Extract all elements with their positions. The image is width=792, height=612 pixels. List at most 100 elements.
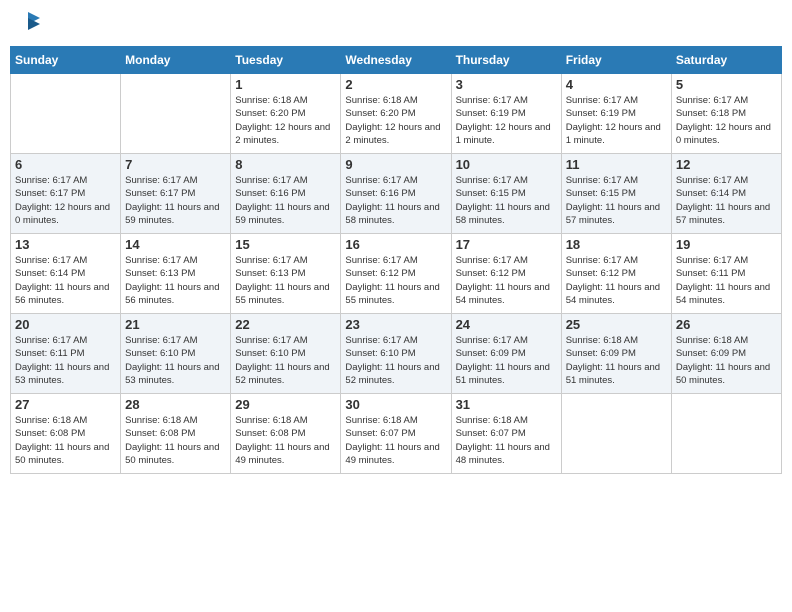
day-info: Sunrise: 6:17 AM Sunset: 6:17 PM Dayligh… [15, 174, 116, 227]
calendar-cell: 31 Sunrise: 6:18 AM Sunset: 6:07 PM Dayli… [451, 394, 561, 474]
day-number: 22 [235, 317, 336, 332]
weekday-header-thursday: Thursday [451, 47, 561, 74]
day-info: Sunrise: 6:17 AM Sunset: 6:09 PM Dayligh… [456, 334, 557, 387]
day-info: Sunrise: 6:17 AM Sunset: 6:10 PM Dayligh… [345, 334, 446, 387]
day-number: 6 [15, 157, 116, 172]
day-info: Sunrise: 6:17 AM Sunset: 6:19 PM Dayligh… [456, 94, 557, 147]
calendar-cell: 25 Sunrise: 6:18 AM Sunset: 6:09 PM Dayli… [561, 314, 671, 394]
day-info: Sunrise: 6:17 AM Sunset: 6:10 PM Dayligh… [125, 334, 226, 387]
calendar-cell: 13 Sunrise: 6:17 AM Sunset: 6:14 PM Dayli… [11, 234, 121, 314]
day-info: Sunrise: 6:17 AM Sunset: 6:16 PM Dayligh… [235, 174, 336, 227]
day-number: 9 [345, 157, 446, 172]
calendar-cell [671, 394, 781, 474]
calendar-cell: 3 Sunrise: 6:17 AM Sunset: 6:19 PM Daylig… [451, 74, 561, 154]
calendar-page: SundayMondayTuesdayWednesdayThursdayFrid… [0, 0, 792, 612]
day-info: Sunrise: 6:18 AM Sunset: 6:08 PM Dayligh… [235, 414, 336, 467]
day-number: 5 [676, 77, 777, 92]
calendar-cell: 19 Sunrise: 6:17 AM Sunset: 6:11 PM Dayli… [671, 234, 781, 314]
day-info: Sunrise: 6:18 AM Sunset: 6:20 PM Dayligh… [235, 94, 336, 147]
day-info: Sunrise: 6:17 AM Sunset: 6:19 PM Dayligh… [566, 94, 667, 147]
header [10, 10, 782, 38]
day-info: Sunrise: 6:17 AM Sunset: 6:14 PM Dayligh… [676, 174, 777, 227]
calendar-cell: 4 Sunrise: 6:17 AM Sunset: 6:19 PM Daylig… [561, 74, 671, 154]
week-row-2: 6 Sunrise: 6:17 AM Sunset: 6:17 PM Daylig… [11, 154, 782, 234]
day-number: 19 [676, 237, 777, 252]
day-number: 4 [566, 77, 667, 92]
calendar-cell: 20 Sunrise: 6:17 AM Sunset: 6:11 PM Dayli… [11, 314, 121, 394]
weekday-header-monday: Monday [121, 47, 231, 74]
day-info: Sunrise: 6:18 AM Sunset: 6:20 PM Dayligh… [345, 94, 446, 147]
day-number: 18 [566, 237, 667, 252]
day-number: 27 [15, 397, 116, 412]
day-info: Sunrise: 6:17 AM Sunset: 6:11 PM Dayligh… [676, 254, 777, 307]
day-number: 2 [345, 77, 446, 92]
calendar-cell: 24Sunrise: 6:17 AM Sunset: 6:09 PM Dayli… [451, 314, 561, 394]
day-number: 11 [566, 157, 667, 172]
week-row-4: 20 Sunrise: 6:17 AM Sunset: 6:11 PM Dayli… [11, 314, 782, 394]
calendar-cell: 2 Sunrise: 6:18 AM Sunset: 6:20 PM Daylig… [341, 74, 451, 154]
day-number: 21 [125, 317, 226, 332]
calendar-cell [121, 74, 231, 154]
calendar-cell: 28Sunrise: 6:18 AM Sunset: 6:08 PM Dayli… [121, 394, 231, 474]
calendar-cell: 10 Sunrise: 6:17 AM Sunset: 6:15 PM Dayli… [451, 154, 561, 234]
day-number: 13 [15, 237, 116, 252]
calendar-cell: 8Sunrise: 6:17 AM Sunset: 6:16 PM Daylig… [231, 154, 341, 234]
day-number: 3 [456, 77, 557, 92]
week-row-3: 13 Sunrise: 6:17 AM Sunset: 6:14 PM Dayli… [11, 234, 782, 314]
weekday-header-tuesday: Tuesday [231, 47, 341, 74]
day-info: Sunrise: 6:18 AM Sunset: 6:08 PM Dayligh… [125, 414, 226, 467]
calendar-cell: 6 Sunrise: 6:17 AM Sunset: 6:17 PM Daylig… [11, 154, 121, 234]
day-number: 26 [676, 317, 777, 332]
week-row-5: 27 Sunrise: 6:18 AM Sunset: 6:08 PM Dayli… [11, 394, 782, 474]
day-number: 25 [566, 317, 667, 332]
calendar-cell: 18Sunrise: 6:17 AM Sunset: 6:12 PM Dayli… [561, 234, 671, 314]
calendar-cell: 22 Sunrise: 6:17 AM Sunset: 6:10 PM Dayli… [231, 314, 341, 394]
day-info: Sunrise: 6:17 AM Sunset: 6:18 PM Dayligh… [676, 94, 777, 147]
day-info: Sunrise: 6:17 AM Sunset: 6:17 PM Dayligh… [125, 174, 226, 227]
calendar-cell: 9 Sunrise: 6:17 AM Sunset: 6:16 PM Daylig… [341, 154, 451, 234]
weekday-header-saturday: Saturday [671, 47, 781, 74]
day-info: Sunrise: 6:17 AM Sunset: 6:13 PM Dayligh… [235, 254, 336, 307]
week-row-1: 1 Sunrise: 6:18 AM Sunset: 6:20 PM Daylig… [11, 74, 782, 154]
day-info: Sunrise: 6:17 AM Sunset: 6:15 PM Dayligh… [456, 174, 557, 227]
calendar-cell [11, 74, 121, 154]
calendar-cell: 14 Sunrise: 6:17 AM Sunset: 6:13 PM Dayli… [121, 234, 231, 314]
day-number: 7 [125, 157, 226, 172]
calendar-cell: 27Sunrise: 6:18 AM Sunset: 6:08 PM Dayli… [11, 394, 121, 474]
day-number: 10 [456, 157, 557, 172]
day-number: 15 [235, 237, 336, 252]
day-info: Sunrise: 6:18 AM Sunset: 6:09 PM Dayligh… [676, 334, 777, 387]
weekday-header-sunday: Sunday [11, 47, 121, 74]
day-info: Sunrise: 6:17 AM Sunset: 6:13 PM Dayligh… [125, 254, 226, 307]
calendar-cell: 1 Sunrise: 6:18 AM Sunset: 6:20 PM Daylig… [231, 74, 341, 154]
weekday-header-friday: Friday [561, 47, 671, 74]
calendar-cell: 30 Sunrise: 6:18 AM Sunset: 6:07 PM Dayli… [341, 394, 451, 474]
calendar-cell: 26 Sunrise: 6:18 AM Sunset: 6:09 PM Dayli… [671, 314, 781, 394]
calendar-cell [561, 394, 671, 474]
day-number: 31 [456, 397, 557, 412]
calendar-cell: 23Sunrise: 6:17 AM Sunset: 6:10 PM Dayli… [341, 314, 451, 394]
day-info: Sunrise: 6:17 AM Sunset: 6:10 PM Dayligh… [235, 334, 336, 387]
day-info: Sunrise: 6:17 AM Sunset: 6:14 PM Dayligh… [15, 254, 116, 307]
calendar-cell: 21 Sunrise: 6:17 AM Sunset: 6:10 PM Dayli… [121, 314, 231, 394]
day-info: Sunrise: 6:17 AM Sunset: 6:16 PM Dayligh… [345, 174, 446, 227]
day-number: 14 [125, 237, 226, 252]
day-info: Sunrise: 6:18 AM Sunset: 6:07 PM Dayligh… [345, 414, 446, 467]
day-info: Sunrise: 6:17 AM Sunset: 6:11 PM Dayligh… [15, 334, 116, 387]
day-info: Sunrise: 6:17 AM Sunset: 6:12 PM Dayligh… [456, 254, 557, 307]
day-info: Sunrise: 6:18 AM Sunset: 6:07 PM Dayligh… [456, 414, 557, 467]
day-info: Sunrise: 6:17 AM Sunset: 6:12 PM Dayligh… [345, 254, 446, 307]
day-number: 1 [235, 77, 336, 92]
logo [10, 10, 42, 38]
calendar-cell: 5 Sunrise: 6:17 AM Sunset: 6:18 PM Daylig… [671, 74, 781, 154]
calendar-cell: 15 Sunrise: 6:17 AM Sunset: 6:13 PM Dayli… [231, 234, 341, 314]
day-info: Sunrise: 6:18 AM Sunset: 6:09 PM Dayligh… [566, 334, 667, 387]
day-number: 30 [345, 397, 446, 412]
day-number: 12 [676, 157, 777, 172]
day-number: 29 [235, 397, 336, 412]
calendar-cell: 12 Sunrise: 6:17 AM Sunset: 6:14 PM Dayli… [671, 154, 781, 234]
weekday-header-wednesday: Wednesday [341, 47, 451, 74]
calendar-cell: 17 Sunrise: 6:17 AM Sunset: 6:12 PM Dayli… [451, 234, 561, 314]
day-number: 20 [15, 317, 116, 332]
day-number: 17 [456, 237, 557, 252]
